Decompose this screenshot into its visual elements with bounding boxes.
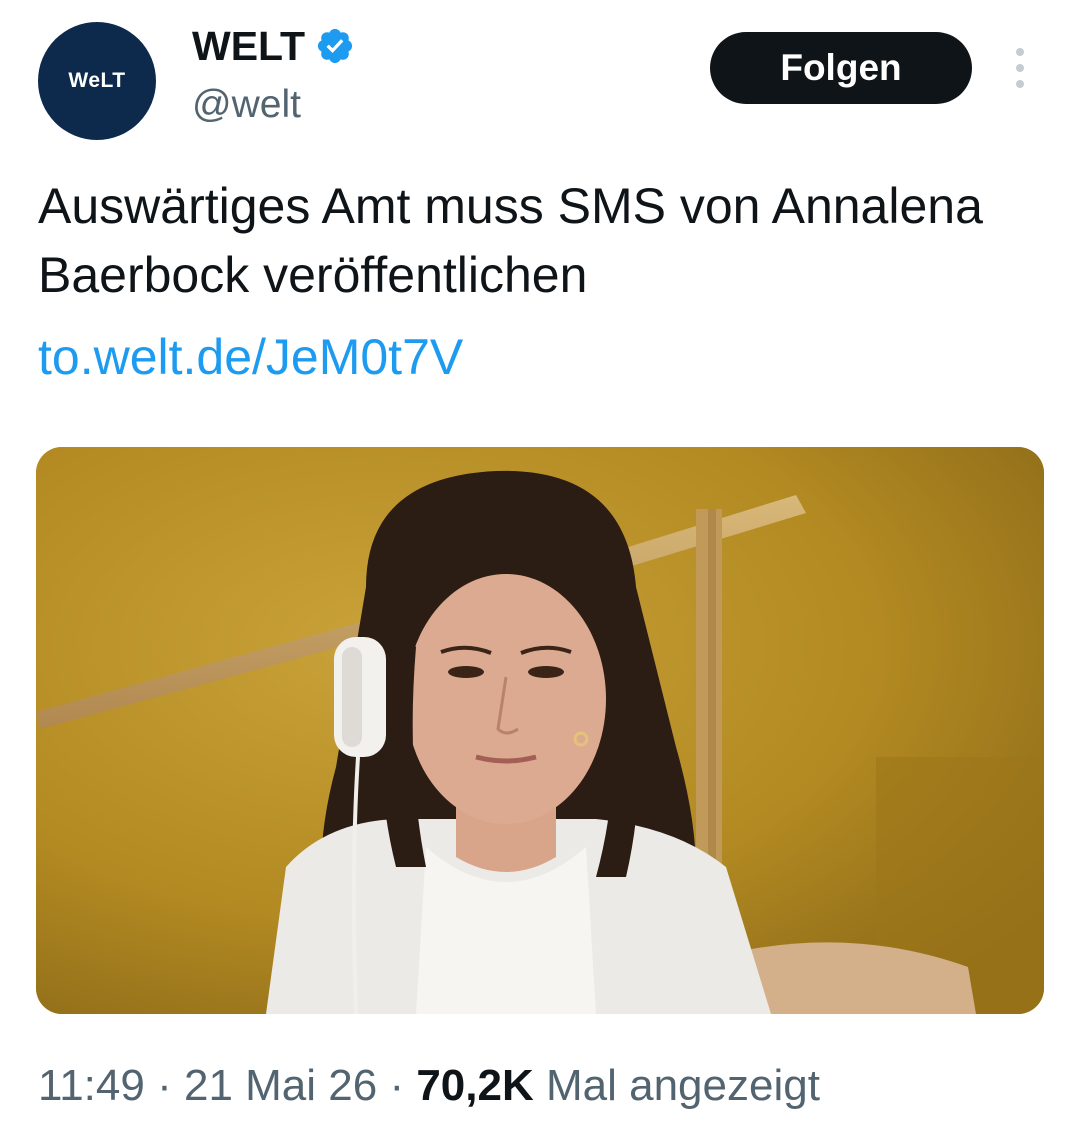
- meta-separator: ·: [389, 1061, 405, 1110]
- tweet: WeLT WELT @welt Folgen Auswärtiges Amt m…: [0, 0, 1080, 1147]
- meta-separator: ·: [157, 1061, 172, 1110]
- verified-badge-icon: [318, 28, 353, 64]
- tweet-link[interactable]: to.welt.de/JeM0t7V: [38, 324, 463, 390]
- tweet-photo[interactable]: [36, 447, 1044, 1014]
- photo-illustration: [36, 447, 1044, 1014]
- avatar-logo-text: WeLT: [68, 69, 126, 92]
- views-count: 70,2K: [416, 1061, 534, 1110]
- more-vertical-icon[interactable]: [1008, 48, 1032, 88]
- tweet-time[interactable]: 11:49: [38, 1061, 145, 1110]
- views-label: Mal angezeigt: [545, 1061, 820, 1110]
- avatar[interactable]: WeLT: [38, 22, 156, 140]
- follow-button[interactable]: Folgen: [710, 32, 972, 104]
- more-dot: [1016, 48, 1024, 56]
- display-name[interactable]: WELT: [192, 20, 305, 72]
- display-name-row[interactable]: WELT: [192, 20, 355, 72]
- tweet-date[interactable]: 21 Mai 26: [184, 1061, 377, 1110]
- more-dot: [1016, 64, 1024, 72]
- more-dot: [1016, 80, 1024, 88]
- tweet-text: Auswärtiges Amt muss SMS von Annalena Ba…: [38, 178, 983, 303]
- user-handle[interactable]: @welt: [192, 80, 301, 130]
- tweet-meta: 11:49 · 21 Mai 26 · 70,2K Mal angezeigt: [38, 1056, 820, 1116]
